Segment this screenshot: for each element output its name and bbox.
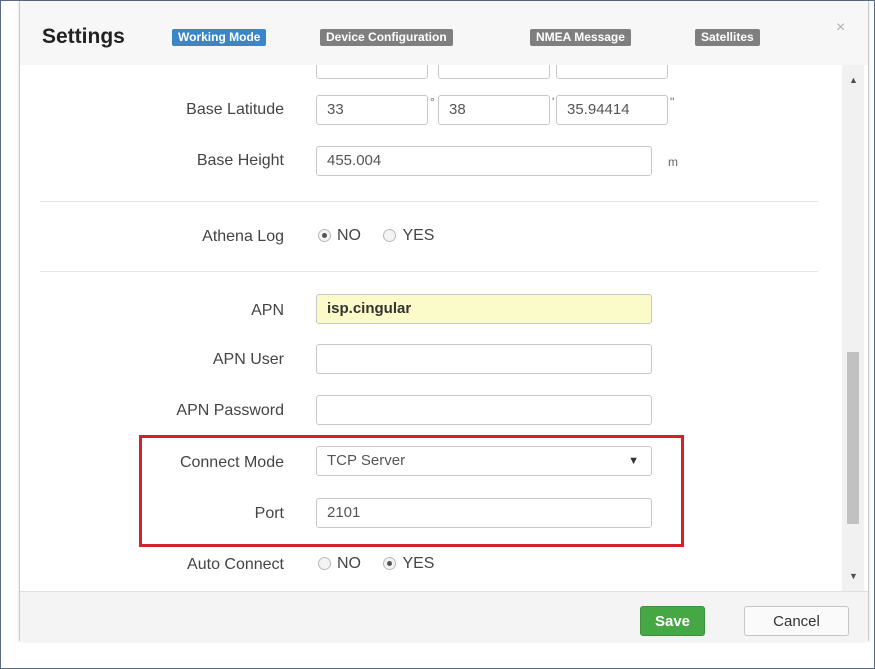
athena-log-no-option[interactable]: NO xyxy=(318,227,361,245)
apn-label: APN xyxy=(251,302,284,319)
dialog-footer: Save Cancel xyxy=(20,591,868,642)
height-unit: m xyxy=(668,155,678,169)
close-icon[interactable]: × xyxy=(836,19,845,37)
scrollbar[interactable]: ▲ ▼ xyxy=(842,65,864,591)
tab-satellites[interactable]: Satellites xyxy=(695,29,760,46)
settings-dialog: Settings Working Mode Device Configurati… xyxy=(19,1,869,642)
dialog-header: Settings Working Mode Device Configurati… xyxy=(20,1,868,66)
auto-connect-label: Auto Connect xyxy=(187,556,284,573)
partial-input-1[interactable] xyxy=(316,65,428,79)
dialog-body: Base Latitude 33 ° 38 ' 35.94414 " Base … xyxy=(20,65,868,591)
divider xyxy=(40,271,818,272)
latitude-degrees-input[interactable]: 33 xyxy=(316,95,428,125)
auto-connect-no-option[interactable]: NO xyxy=(318,555,361,573)
second-unit: " xyxy=(670,95,675,109)
apn-user-input[interactable] xyxy=(316,344,652,374)
scrollbar-thumb[interactable] xyxy=(847,352,859,524)
partial-input-3[interactable] xyxy=(556,65,668,79)
apn-input[interactable]: isp.cingular xyxy=(316,294,652,324)
base-latitude-label: Base Latitude xyxy=(186,101,284,118)
radio-selected-icon[interactable] xyxy=(318,229,331,243)
auto-connect-no-label: NO xyxy=(337,555,361,572)
base-height-label: Base Height xyxy=(196,152,284,169)
apn-password-input[interactable] xyxy=(316,395,652,425)
tab-nmea-message[interactable]: NMEA Message xyxy=(530,29,631,46)
arrow-up-icon[interactable]: ▲ xyxy=(849,75,858,85)
athena-log-yes-option[interactable]: YES xyxy=(383,227,434,245)
athena-log-yes-label: YES xyxy=(402,227,435,244)
radio-unselected-icon[interactable] xyxy=(383,229,397,243)
apn-password-label: APN Password xyxy=(176,402,284,419)
save-button[interactable]: Save xyxy=(640,606,705,636)
auto-connect-yes-label: YES xyxy=(402,555,435,572)
latitude-minutes-input[interactable]: 38 xyxy=(438,95,550,125)
tab-device-configuration[interactable]: Device Configuration xyxy=(320,29,453,46)
cancel-button[interactable]: Cancel xyxy=(744,606,849,636)
dialog-title: Settings xyxy=(42,25,125,48)
base-height-input[interactable]: 455.004 xyxy=(316,146,652,176)
arrow-down-icon[interactable]: ▼ xyxy=(849,571,858,581)
auto-connect-radio-group: NO YES xyxy=(318,555,452,573)
tab-working-mode[interactable]: Working Mode xyxy=(172,29,267,46)
athena-log-no-label: NO xyxy=(337,227,361,244)
partial-input-2[interactable] xyxy=(438,65,550,79)
athena-log-radio-group: NO YES xyxy=(318,227,452,245)
athena-log-label: Athena Log xyxy=(202,228,284,245)
apn-user-label: APN User xyxy=(212,351,284,368)
degree-unit: ° xyxy=(430,95,435,109)
radio-selected-icon[interactable] xyxy=(383,557,397,571)
window-frame: Settings Working Mode Device Configurati… xyxy=(0,0,875,669)
minute-unit: ' xyxy=(552,95,555,109)
latitude-seconds-input[interactable]: 35.94414 xyxy=(556,95,668,125)
highlight-box xyxy=(139,435,684,547)
radio-unselected-icon[interactable] xyxy=(318,557,331,571)
auto-connect-yes-option[interactable]: YES xyxy=(383,555,434,573)
divider xyxy=(40,201,818,202)
